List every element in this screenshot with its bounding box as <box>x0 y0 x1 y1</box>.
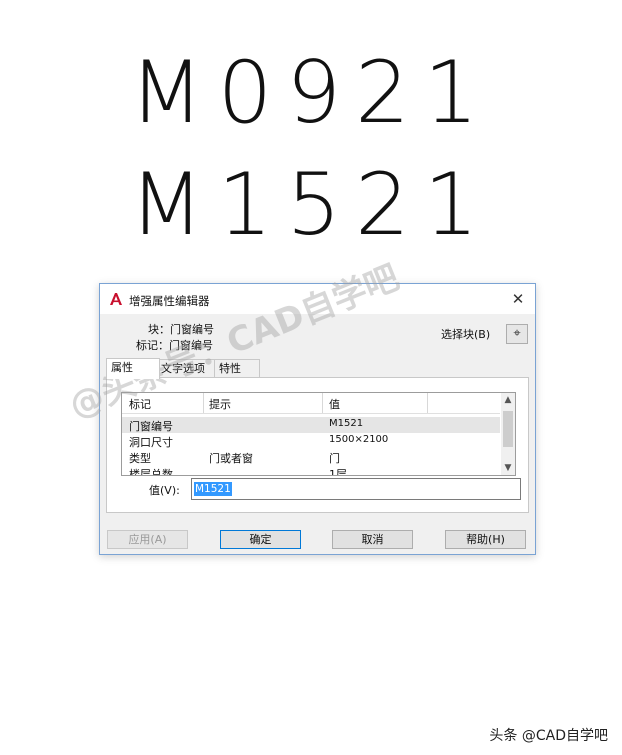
row-value: M1521 <box>329 418 364 429</box>
table-row[interactable]: 门窗编号 M1521 <box>122 417 500 433</box>
row-tag: 类型 <box>129 452 151 465</box>
value-input-text: M1521 <box>194 482 232 496</box>
attribute-table: 标记 提示 值 门窗编号 M1521 洞口尺寸 1500×2100 类型 门或者… <box>121 392 516 476</box>
enhanced-attribute-editor-dialog: 增强属性编辑器 ✕ 块：门窗编号 标记：门窗编号 选择块(B) ⌖ 属性 文字选… <box>99 283 536 555</box>
title-bar[interactable]: 增强属性编辑器 ✕ <box>100 284 535 314</box>
help-button[interactable]: 帮助(H) <box>445 530 526 549</box>
tab-attribute[interactable]: 属性 <box>106 358 160 379</box>
footer-credit: 头条 @CAD自学吧 <box>489 728 608 744</box>
attribute-panel: 标记 提示 值 门窗编号 M1521 洞口尺寸 1500×2100 类型 门或者… <box>106 377 529 513</box>
select-block-label: 选择块(B) <box>441 328 491 341</box>
cancel-button[interactable]: 取消 <box>332 530 413 549</box>
tag-name-label: 标记：门窗编号 <box>136 339 213 352</box>
crosshair-icon: ⌖ <box>513 326 521 341</box>
row-tag: 楼层总数 <box>129 468 173 476</box>
row-prompt: 门或者窗 <box>209 452 253 465</box>
select-block-button[interactable]: ⌖ <box>506 324 528 344</box>
tab-properties[interactable]: 特性 <box>214 359 260 378</box>
row-tag: 门窗编号 <box>129 420 173 433</box>
table-header: 标记 提示 值 <box>122 393 500 414</box>
column-header-tag[interactable]: 标记 <box>129 396 151 412</box>
ok-button[interactable]: 确定 <box>220 530 301 549</box>
apply-button[interactable]: 应用(A) <box>107 530 188 549</box>
heading-line-1: M0921 <box>129 43 493 143</box>
autocad-app-icon <box>110 293 122 305</box>
block-name-label: 块：门窗编号 <box>148 323 214 336</box>
row-tag: 洞口尺寸 <box>129 436 173 449</box>
scroll-up-icon[interactable]: ▲ <box>501 393 515 407</box>
scroll-down-icon[interactable]: ▼ <box>501 461 515 475</box>
value-input[interactable]: M1521 <box>191 478 521 500</box>
column-header-value[interactable]: 值 <box>329 396 340 412</box>
dialog-title: 增强属性编辑器 <box>129 294 210 308</box>
table-scrollbar[interactable]: ▲ ▼ <box>501 393 515 475</box>
table-row[interactable]: 楼层总数 1层 <box>122 465 500 476</box>
heading-line-2: M1521 <box>129 155 493 255</box>
scroll-thumb[interactable] <box>503 411 513 447</box>
column-header-prompt[interactable]: 提示 <box>209 396 231 412</box>
table-row[interactable]: 类型 门或者窗 门 <box>122 449 500 465</box>
close-icon[interactable]: ✕ <box>509 290 527 308</box>
value-label: 值(V): <box>149 484 180 497</box>
row-value: 1层 <box>329 468 347 476</box>
row-value: 门 <box>329 452 340 465</box>
table-row[interactable]: 洞口尺寸 1500×2100 <box>122 433 500 449</box>
tab-text-options[interactable]: 文字选项 <box>156 359 218 378</box>
row-value: 1500×2100 <box>329 434 389 445</box>
